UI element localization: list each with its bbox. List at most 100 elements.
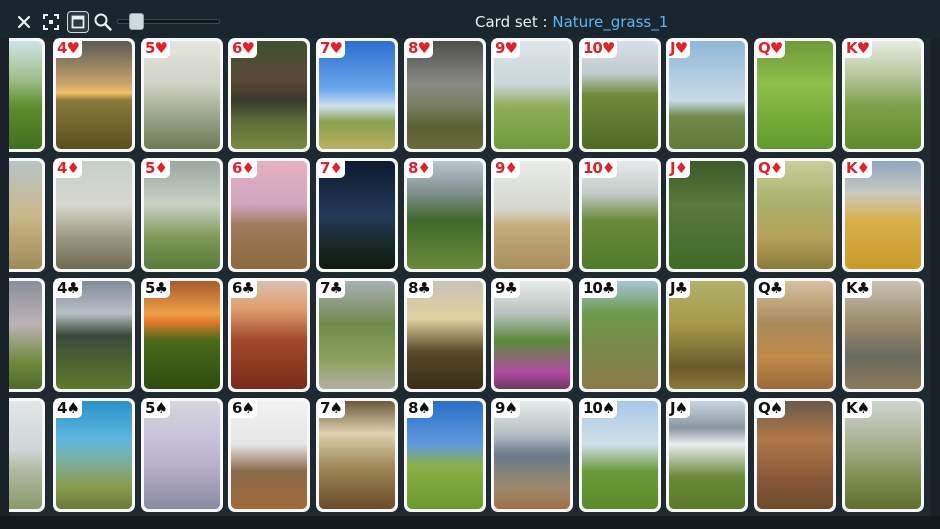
card-hearts-4[interactable]: 4♥ <box>53 38 135 152</box>
card-rank-label: Q♣ <box>756 279 786 298</box>
card-hearts-7[interactable]: 7♥ <box>316 38 398 152</box>
card-rank-label: 5♥ <box>143 39 170 58</box>
card-spades-K[interactable]: K♠ <box>842 398 924 512</box>
zoom-slider-handle[interactable] <box>129 13 144 30</box>
card-clubs-Q[interactable]: Q♣ <box>754 278 836 392</box>
fullscreen-icon <box>43 14 59 30</box>
card-rank-label: Q♠ <box>756 399 786 418</box>
card-rank: Q <box>758 399 771 417</box>
card-rank: Q <box>758 39 771 57</box>
card-rank-label: 5♦ <box>143 159 170 178</box>
card-rank-label: K♣ <box>844 279 873 298</box>
spades-suit-icon: ♠ <box>66 399 79 417</box>
card-rank-label: 7♠ <box>318 399 345 418</box>
card-diamonds-6[interactable]: 6♦ <box>228 158 310 272</box>
spades-suit-icon: ♠ <box>329 399 342 417</box>
card-rank-label: 4♦ <box>55 159 82 178</box>
card-rank-label: 9♣ <box>493 279 520 298</box>
card-clubs-4[interactable]: 4♣ <box>53 278 135 392</box>
clubs-suit-icon: ♣ <box>504 279 517 297</box>
card-rank-label: 10♦ <box>581 159 618 178</box>
card-hearts-K[interactable]: K♥ <box>842 38 924 152</box>
toolbar: Card set : Nature_grass_1 <box>0 0 940 38</box>
card-spades-4[interactable]: 4♠ <box>53 398 135 512</box>
hearts-suit-icon: ♥ <box>241 39 254 57</box>
card-rank-label: 9♥ <box>493 39 520 58</box>
card-rank-label: 6♠ <box>230 399 257 418</box>
clubs-suit-icon: ♣ <box>154 279 167 297</box>
card-rank-label: J♣ <box>668 279 691 298</box>
card-hearts-partial[interactable] <box>9 38 45 152</box>
card-diamonds-Q[interactable]: Q♦ <box>754 158 836 272</box>
hearts-suit-icon: ♥ <box>769 39 783 57</box>
card-clubs-10[interactable]: 10♣ <box>579 278 661 392</box>
card-hearts-Q[interactable]: Q♥ <box>754 38 836 152</box>
card-clubs-K[interactable]: K♣ <box>842 278 924 392</box>
card-diamonds-4[interactable]: 4♦ <box>53 158 135 272</box>
card-rank-label: 8♥ <box>406 39 433 58</box>
card-rank-label: 6♣ <box>230 279 257 298</box>
card-set-viewer: Card set : Nature_grass_1 4♥ 5♥ 6♥ 7♥ 8♥ 9♥ 10… <box>0 0 940 529</box>
card-diamonds-K[interactable]: K♦ <box>842 158 924 272</box>
spades-suit-icon: ♠ <box>154 399 167 417</box>
card-set-title: Card set : Nature_grass_1 <box>475 13 668 31</box>
card-clubs-J[interactable]: J♣ <box>666 278 748 392</box>
card-rank-label: 4♣ <box>55 279 82 298</box>
card-spades-6[interactable]: 6♠ <box>228 398 310 512</box>
card-clubs-8[interactable]: 8♣ <box>404 278 486 392</box>
card-spades-7[interactable]: 7♠ <box>316 398 398 512</box>
card-hearts-8[interactable]: 8♥ <box>404 38 486 152</box>
clubs-suit-icon: ♣ <box>417 279 430 297</box>
card-rank-label: 4♠ <box>55 399 82 418</box>
card-rank-label: 8♦ <box>406 159 433 178</box>
card-clubs-7[interactable]: 7♣ <box>316 278 398 392</box>
card-rank-label: Q♥ <box>756 39 786 58</box>
card-rank-label: 4♥ <box>55 39 82 58</box>
card-clubs-6[interactable]: 6♣ <box>228 278 310 392</box>
card-grid: 4♥ 5♥ 6♥ 7♥ 8♥ 9♥ 10♥ J♥ Q♥ K♥ 4♦ 5♦ 6♦ 7♦ 8♦ 9♦ 10♦ J♦ Q♦… <box>9 38 931 516</box>
diamonds-suit-icon: ♦ <box>769 159 783 177</box>
card-diamonds-5[interactable]: 5♦ <box>141 158 223 272</box>
card-spades-8[interactable]: 8♠ <box>404 398 486 512</box>
close-button[interactable] <box>13 11 35 33</box>
window-mode-icon <box>71 15 85 29</box>
diamonds-suit-icon: ♦ <box>504 159 517 177</box>
spades-suit-icon: ♠ <box>769 399 783 417</box>
card-rank-label: J♦ <box>668 159 691 178</box>
spades-suit-icon: ♠ <box>856 399 870 417</box>
card-spades-J[interactable]: J♠ <box>666 398 748 512</box>
diamonds-suit-icon: ♦ <box>66 159 79 177</box>
card-spades-9[interactable]: 9♠ <box>491 398 573 512</box>
diamonds-suit-icon: ♦ <box>417 159 430 177</box>
card-rank-label: 6♦ <box>230 159 257 178</box>
hearts-suit-icon: ♥ <box>856 39 870 57</box>
spades-suit-icon: ♠ <box>417 399 430 417</box>
card-diamonds-8[interactable]: 8♦ <box>404 158 486 272</box>
fullscreen-button[interactable] <box>40 11 62 33</box>
diamonds-suit-icon: ♦ <box>329 159 342 177</box>
card-clubs-9[interactable]: 9♣ <box>491 278 573 392</box>
card-hearts-5[interactable]: 5♥ <box>141 38 223 152</box>
card-rank-label: 5♠ <box>143 399 170 418</box>
diamonds-suit-icon: ♦ <box>601 159 615 177</box>
card-clubs-5[interactable]: 5♣ <box>141 278 223 392</box>
card-spades-partial[interactable] <box>9 398 45 512</box>
spades-suit-icon: ♠ <box>241 399 254 417</box>
card-spades-5[interactable]: 5♠ <box>141 398 223 512</box>
card-diamonds-partial[interactable] <box>9 158 45 272</box>
card-clubs-partial[interactable] <box>9 278 45 392</box>
card-diamonds-7[interactable]: 7♦ <box>316 158 398 272</box>
card-hearts-6[interactable]: 6♥ <box>228 38 310 152</box>
card-rank: 10 <box>583 399 603 417</box>
clubs-suit-icon: ♣ <box>769 279 783 297</box>
card-rank-label: J♠ <box>668 399 691 418</box>
card-diamonds-9[interactable]: 9♦ <box>491 158 573 272</box>
card-hearts-9[interactable]: 9♥ <box>491 38 573 152</box>
card-spades-10[interactable]: 10♠ <box>579 398 661 512</box>
window-mode-button[interactable] <box>67 11 89 33</box>
card-hearts-10[interactable]: 10♥ <box>579 38 661 152</box>
card-diamonds-10[interactable]: 10♦ <box>579 158 661 272</box>
card-diamonds-J[interactable]: J♦ <box>666 158 748 272</box>
card-hearts-J[interactable]: J♥ <box>666 38 748 152</box>
card-spades-Q[interactable]: Q♠ <box>754 398 836 512</box>
